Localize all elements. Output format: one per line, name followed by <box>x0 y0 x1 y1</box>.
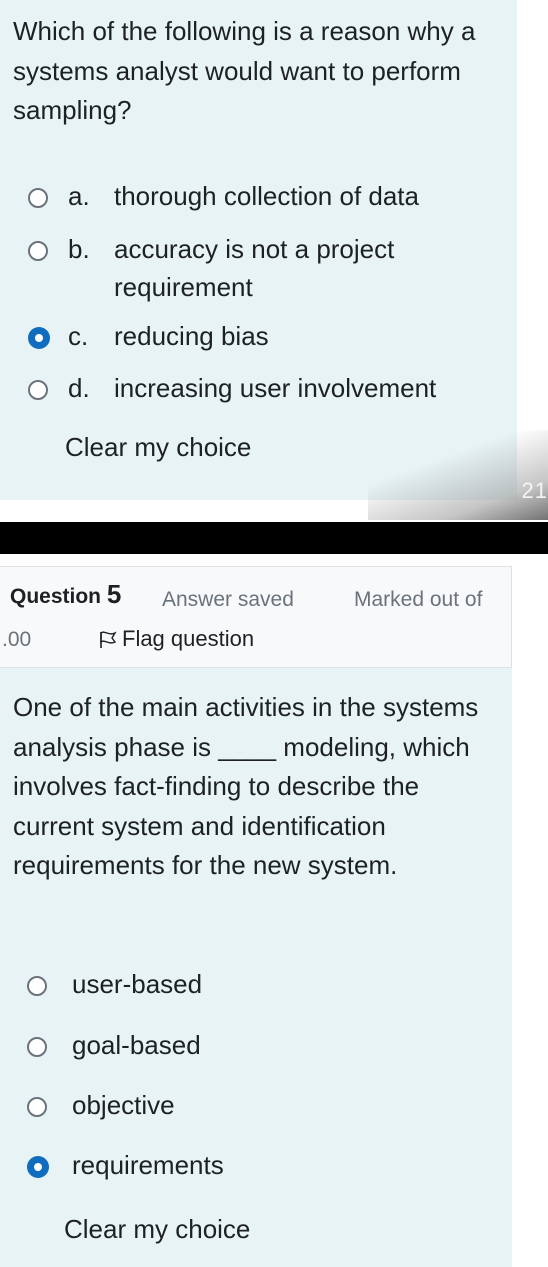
question-text: Which of the following is a reason why a… <box>13 16 476 125</box>
radio-button[interactable] <box>27 1097 47 1117</box>
overlay-number: 21 <box>521 478 548 503</box>
option-letter: d. <box>68 373 90 403</box>
question-grade-value: .00 <box>2 628 32 651</box>
question-grade: Marked out of <box>354 588 483 611</box>
flag-question-label: Flag question <box>122 626 255 651</box>
question-5-panel: One of the main activities in the system… <box>0 668 512 1267</box>
clear-choice-link[interactable]: Clear my choice <box>64 1214 250 1245</box>
option-label: thorough collection of data <box>114 181 419 211</box>
flag-icon <box>100 631 117 648</box>
option-label: goal-based <box>72 1030 201 1060</box>
radio-button-selected[interactable] <box>27 1156 49 1178</box>
radio-button[interactable] <box>27 976 47 996</box>
flag-question-button[interactable]: Flag question <box>98 626 254 652</box>
question-label: Question <box>10 585 102 608</box>
option-label: objective <box>72 1090 175 1120</box>
question-number: Question 5 <box>10 579 121 610</box>
option-label: user-based <box>72 969 203 999</box>
option-label: requirements <box>72 1150 224 1180</box>
radio-button-a[interactable] <box>28 188 48 208</box>
option-letter: b. <box>68 234 90 264</box>
radio-button-b[interactable] <box>28 241 48 261</box>
radio-button[interactable] <box>27 1037 47 1057</box>
clear-choice-link[interactable]: Clear my choice <box>65 432 251 463</box>
radio-button-c-selected[interactable] <box>28 327 50 349</box>
radio-button-d[interactable] <box>28 380 48 400</box>
previous-question-panel: Which of the following is a reason why a… <box>0 0 517 500</box>
option-label: increasing user involvement <box>114 373 437 403</box>
option-letter: a. <box>68 181 90 211</box>
option-letter: c. <box>68 321 89 351</box>
overlay-shadow <box>368 430 548 520</box>
question-state: Answer saved <box>162 588 294 611</box>
option-label: reducing bias <box>114 321 269 351</box>
option-label: accuracy is not a project requirement <box>114 234 395 302</box>
question-number-value: 5 <box>106 579 122 609</box>
divider-bar <box>0 522 548 554</box>
question-text: One of the main activities in the system… <box>13 692 479 880</box>
